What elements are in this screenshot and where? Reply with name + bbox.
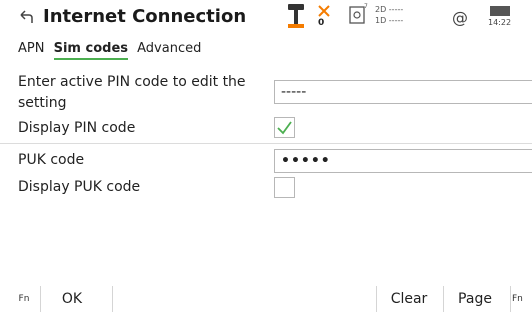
divider (0, 143, 532, 144)
position-mode-icon[interactable]: 7 (348, 0, 368, 36)
page-button[interactable]: Page (444, 280, 506, 318)
puk-label: PUK code (18, 152, 85, 168)
active-pin-label: Enter active PIN code to edit the settin… (18, 74, 246, 111)
softkey-bar: Fn OK Clear Page Fn (0, 280, 532, 318)
satellite-count: 0 (318, 18, 325, 28)
separator (112, 286, 113, 312)
display-puk-checkbox[interactable] (274, 177, 295, 198)
clock: 14:22 (488, 18, 512, 27)
fn-left-button[interactable]: Fn (14, 280, 34, 318)
display-puk-label: Display PUK code (18, 179, 141, 195)
checkmark-icon (277, 121, 292, 135)
back-arrow-icon[interactable] (18, 9, 34, 25)
status-2d: 2D ----- (375, 5, 404, 14)
separator (40, 286, 41, 312)
antenna-icon[interactable] (284, 0, 308, 36)
status-1d: 1D ----- (375, 16, 404, 25)
display-pin-label: Display PIN code (18, 120, 136, 136)
puk-input[interactable]: ••••• (274, 149, 532, 173)
fn-right-button[interactable]: Fn (512, 280, 532, 318)
tab-apn[interactable]: APN (18, 41, 44, 56)
active-pin-input[interactable]: ----- (274, 80, 532, 104)
page-title: Internet Connection (43, 6, 247, 27)
clear-button[interactable]: Clear (377, 280, 441, 318)
svg-text:7: 7 (364, 3, 368, 10)
separator (510, 286, 511, 312)
tab-bar: APN Sim codes Advanced (18, 41, 206, 60)
display-pin-checkbox[interactable] (274, 117, 295, 138)
internet-at-icon[interactable]: @ (452, 8, 468, 28)
title-bar: Internet Connection 0 7 2D ----- 1D ----… (0, 0, 532, 36)
tab-sim-codes[interactable]: Sim codes (53, 41, 128, 60)
tab-advanced[interactable]: Advanced (137, 41, 201, 56)
ok-button[interactable]: OK (44, 280, 100, 318)
